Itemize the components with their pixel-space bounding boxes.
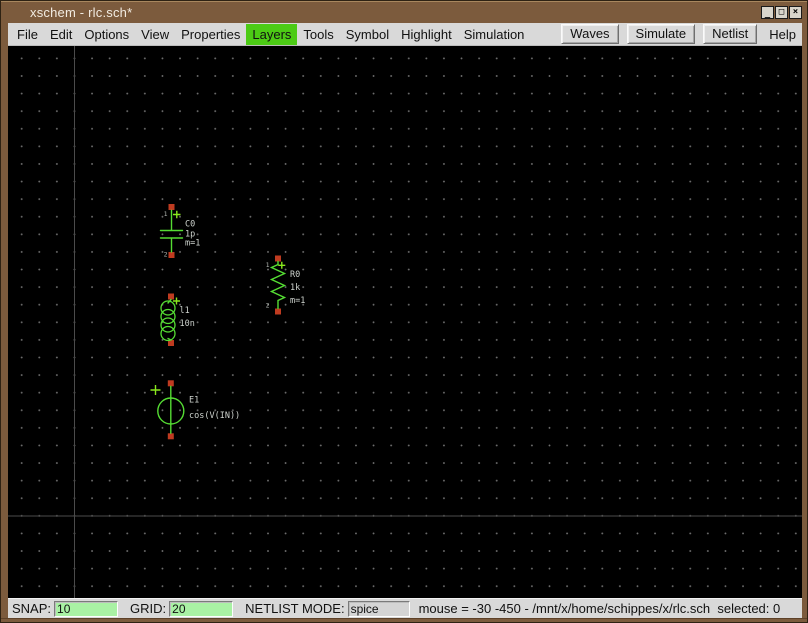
value-label: 1k [290,283,300,293]
component-resistor-r0[interactable]: 1 2 R0 1k m=1 [266,256,306,315]
pin-square [169,252,175,258]
window-controls: _ □ × [761,6,802,19]
menu-options[interactable]: Options [78,24,135,45]
grid-input[interactable] [169,601,233,617]
mult-label: m=1 [185,239,200,249]
value-label: 10n [180,319,195,329]
component-inductor-l1[interactable]: l1 10n [161,294,195,347]
maximize-button[interactable]: □ [775,6,788,19]
pin-square [169,204,175,210]
titlebar[interactable]: xschem - rlc.sch* _ □ × [1,1,807,23]
component-capacitor-c0[interactable]: 1 2 C0 1p m=1 [161,204,201,259]
ref-label: l1 [180,306,190,316]
mult-label: m=1 [290,296,305,306]
snap-input[interactable] [54,601,118,617]
menubar-buttons: Waves Simulate Netlist Help [561,24,800,45]
grid-label: GRID: [130,601,166,616]
snap-label: SNAP: [12,601,51,616]
menu-file[interactable]: File [11,24,44,45]
close-button[interactable]: × [789,6,802,19]
statusbar: SNAP: GRID: NETLIST MODE: mouse = -30 -4… [8,598,802,618]
close-icon: × [793,8,798,17]
minimize-icon: _ [765,10,770,19]
pin-square [168,294,174,300]
window-frame-bottom [1,618,807,623]
menu-simulation[interactable]: Simulation [458,24,531,45]
menu-properties[interactable]: Properties [175,24,246,45]
netlist-mode-label: NETLIST MODE: [245,601,344,616]
component-source-e1[interactable]: E1 cos(V(IN)) [151,380,241,439]
menu-highlight[interactable]: Highlight [395,24,458,45]
polarity-plus-icon [278,262,285,269]
netlist-button[interactable]: Netlist [703,24,757,44]
inductor-coil [161,310,175,324]
pin-number: 1 [164,210,168,218]
polarity-plus-icon [151,385,161,395]
inductor-coil [161,318,175,332]
statusbar-info: mouse = -30 -450 - /mnt/x/home/schippes/… [419,601,781,616]
pin-number: 2 [266,302,270,310]
maximize-icon: □ [779,8,784,17]
pin-square [168,380,174,386]
window-title: xschem - rlc.sch* [30,5,132,20]
menu-symbol[interactable]: Symbol [340,24,395,45]
menubar: File Edit Options View Properties Layers… [8,23,802,46]
ref-label: R0 [290,270,300,280]
pin-square [275,309,281,315]
schematic-canvas[interactable]: 1 2 C0 1p m=1 l1 10n [8,46,802,598]
value-label: cos(V(IN)) [189,411,240,421]
netlist-mode-input[interactable] [348,601,410,617]
menu-edit[interactable]: Edit [44,24,78,45]
waves-button[interactable]: Waves [561,24,618,44]
minimize-button[interactable]: _ [761,6,774,19]
inductor-lead [168,300,171,341]
menu-help[interactable]: Help [765,24,800,45]
pin-square [168,433,174,439]
menu-view[interactable]: View [135,24,175,45]
pin-number: 1 [266,261,270,269]
polarity-plus-icon [173,211,181,219]
pin-number: 2 [164,251,168,259]
menu-tools[interactable]: Tools [297,24,339,45]
xschem-window: xschem - rlc.sch* _ □ × File Edit Option… [0,0,808,623]
ref-label: E1 [189,396,199,406]
resistor-symbol [272,262,285,309]
menu-layers[interactable]: Layers [246,24,297,45]
simulate-button[interactable]: Simulate [627,24,696,44]
ref-label: C0 [185,220,195,230]
pin-square [275,256,281,262]
